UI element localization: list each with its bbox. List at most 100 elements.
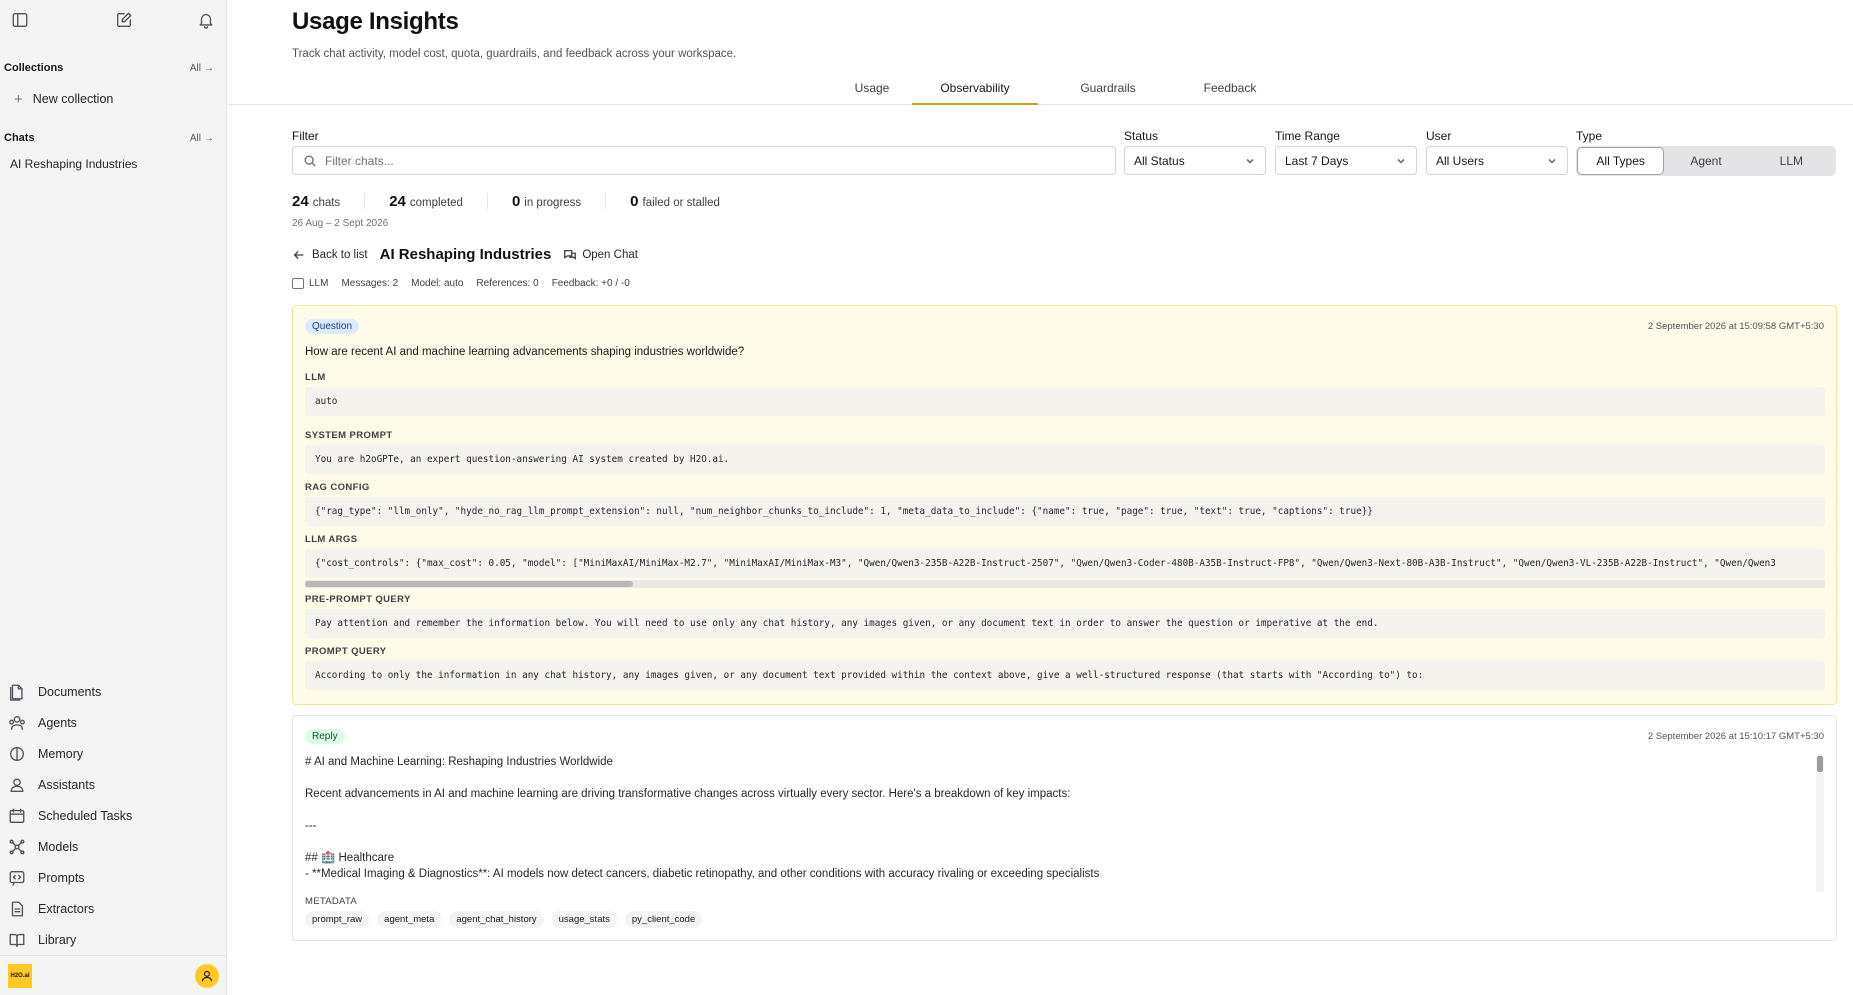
tab-observability[interactable]: Observability xyxy=(912,76,1038,105)
metadata-chips: prompt_raw agent_meta agent_chat_history… xyxy=(305,911,703,928)
arrow-right-icon: → xyxy=(204,132,214,144)
references-count: References: 0 xyxy=(476,278,539,289)
sidebar-item-assistants[interactable]: Assistants xyxy=(0,769,227,800)
reply-text: # AI and Machine Learning: Reshaping Ind… xyxy=(305,754,1815,892)
sidebar-item-extractors[interactable]: Extractors xyxy=(0,893,227,924)
chevron-down-icon xyxy=(1548,158,1556,164)
tab-guardrails[interactable]: Guardrails xyxy=(1058,76,1158,105)
search-icon xyxy=(304,154,316,167)
time-range-select[interactable]: Last 7 Days xyxy=(1275,146,1417,175)
reply-line: - **Medical Imaging & Diagnostics**: AI … xyxy=(305,868,1100,880)
document-icon xyxy=(10,684,23,701)
sidebar-item-models[interactable]: Models xyxy=(0,831,227,862)
sidebar-toolbar xyxy=(0,0,226,40)
type-label: Type xyxy=(1576,129,1603,143)
user-select[interactable]: All Users xyxy=(1426,146,1568,175)
sidebar-item-scheduled-tasks[interactable]: Scheduled Tasks xyxy=(0,800,227,831)
chats-all-link[interactable]: All → xyxy=(190,133,214,144)
scrollbar-thumb[interactable] xyxy=(305,581,633,587)
sidebar-item-agents[interactable]: Agents xyxy=(0,707,227,738)
chevron-down-icon xyxy=(1246,158,1254,164)
chevron-down-icon xyxy=(1397,158,1405,164)
metadata-chip[interactable]: py_client_code xyxy=(624,911,703,928)
model-info: Model: auto xyxy=(411,278,464,289)
status-select[interactable]: All Status xyxy=(1124,146,1266,175)
sidebar-item-library[interactable]: Library xyxy=(0,924,227,955)
type-segmented-control: All Types Agent LLM xyxy=(1576,146,1836,176)
sidebar-nav: Documents Agents Memory Assistants Sched… xyxy=(0,676,227,955)
question-text: How are recent AI and machine learning a… xyxy=(305,346,745,358)
rag-config-value: {"rag_type": "llm_only", "hyde_no_rag_ll… xyxy=(305,497,1825,526)
sidebar-item-label: Scheduled Tasks xyxy=(38,808,133,823)
reply-card: Reply 2 September 2026 at 15:10:17 GMT+5… xyxy=(292,715,1837,941)
rag-config-label: RAG CONFIG xyxy=(305,482,370,493)
sidebar-item-prompts[interactable]: Prompts xyxy=(0,862,227,893)
type-option-all[interactable]: All Types xyxy=(1578,148,1664,174)
reply-timestamp: 2 September 2026 at 15:10:17 GMT+5:30 xyxy=(1647,731,1824,742)
stat-failed: 0 failed or stalled xyxy=(630,193,720,210)
collections-all-link[interactable]: All → xyxy=(190,63,214,74)
system-prompt-value: You are h2oGPTe, an expert question-answ… xyxy=(305,445,1825,474)
llm-value: auto xyxy=(305,387,1825,416)
new-collection-label: New collection xyxy=(32,92,114,106)
llm-args-value: {"cost_controls": {"max_cost": 0.05, "mo… xyxy=(305,549,1825,578)
sidebar-item-label: Library xyxy=(38,932,77,947)
back-to-list-link[interactable]: Back to list xyxy=(292,248,368,262)
llm-args-scrollbar[interactable] xyxy=(305,580,1825,588)
tab-feedback[interactable]: Feedback xyxy=(1180,76,1280,105)
agents-icon xyxy=(9,715,25,730)
collections-header: Collections All → xyxy=(0,59,226,77)
stat-completed: 24 completed xyxy=(389,193,488,210)
date-range: 26 Aug – 2 Sept 2026 xyxy=(292,218,389,229)
question-badge: Question xyxy=(305,319,360,334)
library-icon xyxy=(9,933,25,947)
metadata-label: METADATA xyxy=(305,896,358,907)
type-option-agent[interactable]: Agent xyxy=(1663,148,1748,174)
sidebar-item-label: Agents xyxy=(38,715,77,730)
extractor-icon xyxy=(11,901,24,916)
filter-chats-input[interactable]: Filter chats... xyxy=(292,146,1116,175)
sidebar-item-memory[interactable]: Memory xyxy=(0,738,227,769)
calendar-icon xyxy=(9,808,25,823)
metadata-chip[interactable]: agent_meta xyxy=(377,911,442,928)
messages-count: Messages: 2 xyxy=(341,278,399,289)
arrow-left-icon xyxy=(293,250,304,259)
metadata-chip[interactable]: prompt_raw xyxy=(305,911,370,928)
type-option-llm[interactable]: LLM xyxy=(1749,148,1834,174)
page-subtitle: Track chat activity, model cost, quota, … xyxy=(292,48,737,60)
sidebar-item-documents[interactable]: Documents xyxy=(0,676,227,707)
pre-prompt-value: Pay attention and remember the informati… xyxy=(305,609,1825,638)
arrow-right-icon: → xyxy=(204,62,214,74)
main-content: Usage Insights Track chat activity, mode… xyxy=(228,0,1853,995)
question-card: Question 2 September 2026 at 15:09:58 GM… xyxy=(292,305,1837,705)
question-timestamp: 2 September 2026 at 15:09:58 GMT+5:30 xyxy=(1647,321,1824,332)
time-range-label: Time Range xyxy=(1275,129,1340,143)
chat-bubbles-icon xyxy=(564,249,577,260)
memory-icon xyxy=(10,746,24,761)
sidebar: Collections All → + New collection Chats … xyxy=(0,0,227,995)
sidebar-chat-item[interactable]: AI Reshaping Industries xyxy=(0,153,226,175)
chat-meta: LLM Messages: 2 Model: auto References: … xyxy=(292,278,630,289)
toggle-sidebar-icon[interactable] xyxy=(8,8,32,32)
new-collection-button[interactable]: + New collection xyxy=(0,84,226,114)
plus-icon: + xyxy=(14,90,23,108)
metadata-chip[interactable]: agent_chat_history xyxy=(449,911,544,928)
user-avatar-icon[interactable] xyxy=(195,963,219,988)
status-label: Status xyxy=(1124,129,1159,143)
user-label: User xyxy=(1426,129,1452,143)
new-chat-icon[interactable] xyxy=(112,8,136,32)
notifications-bell-icon[interactable] xyxy=(194,8,218,32)
chat-title: AI Reshaping Industries xyxy=(379,246,552,263)
sidebar-item-label: Prompts xyxy=(38,870,85,885)
stats-summary: 24 chats 24 completed 0 in progress 0 failed… xyxy=(292,193,768,210)
sidebar-item-label: Models xyxy=(38,839,79,854)
reply-line: # AI and Machine Learning: Reshaping Ind… xyxy=(305,756,613,768)
sidebar-item-label: Documents xyxy=(38,684,102,699)
open-chat-link[interactable]: Open Chat xyxy=(563,248,638,262)
reply-scrollbar[interactable] xyxy=(1816,754,1824,892)
h2o-logo: H2O.ai xyxy=(8,963,32,988)
metadata-chip[interactable]: usage_stats xyxy=(551,911,617,928)
models-icon xyxy=(9,839,25,854)
tab-usage[interactable]: Usage xyxy=(826,76,918,105)
scrollbar-thumb[interactable] xyxy=(1817,756,1823,772)
